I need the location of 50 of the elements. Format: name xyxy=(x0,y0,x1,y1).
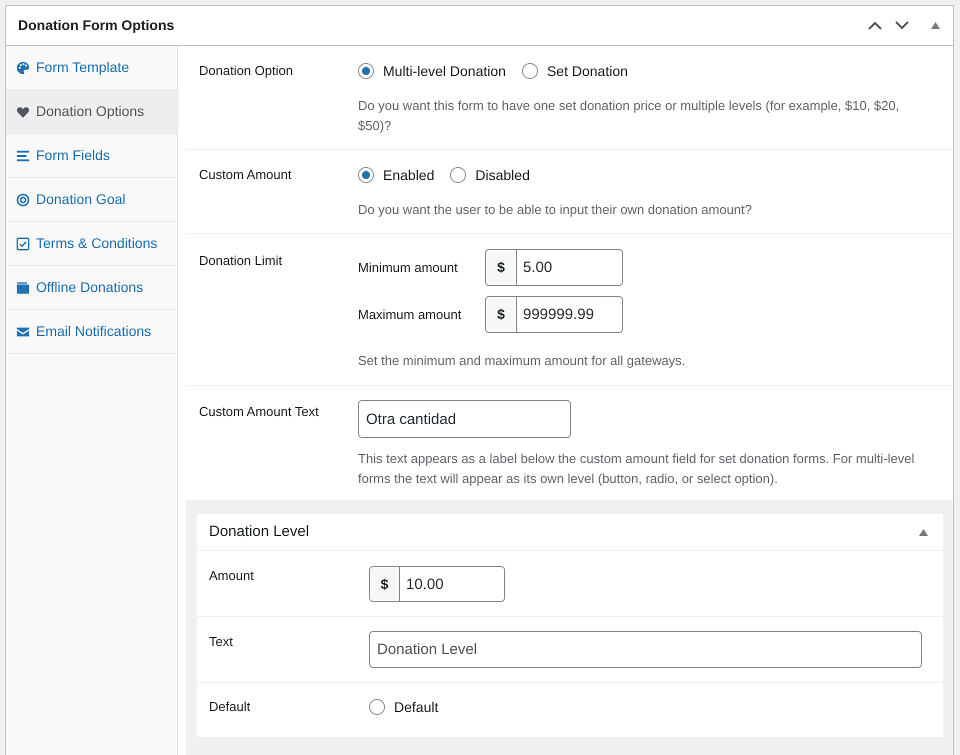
field-label: Donation Option xyxy=(199,62,294,80)
field-label: Text xyxy=(209,633,234,651)
sidebar-item[interactable]: Terms & Conditions xyxy=(6,222,177,266)
field-label: Custom Amount xyxy=(199,166,292,184)
currency-symbol: $ xyxy=(485,249,517,286)
list-icon xyxy=(16,148,30,162)
sidebar-item[interactable]: Form Fields xyxy=(6,134,177,178)
target-icon xyxy=(16,192,30,206)
radio-label[interactable]: Default xyxy=(394,696,438,718)
amount-input[interactable]: 10.00 xyxy=(400,566,505,602)
amount-input[interactable]: 999999.99 xyxy=(517,296,623,333)
field-label: Default xyxy=(209,698,252,716)
radio-button[interactable] xyxy=(522,63,538,79)
input-label: Minimum amount xyxy=(358,258,459,277)
field-description: This text appears as a label below the custom amount field for set donation forms. For multi-level forms the text will appear as its own level (button, radio, or select option). xyxy=(358,450,916,488)
checked-box-icon xyxy=(16,236,30,250)
caret-up-icon[interactable] xyxy=(919,528,928,536)
palette-icon xyxy=(16,60,30,74)
radio-button[interactable] xyxy=(369,699,385,715)
text-input[interactable]: Otra cantidad xyxy=(358,400,571,438)
input-label: Maximum amount xyxy=(358,306,462,324)
radio-button[interactable] xyxy=(450,167,466,183)
amount-input[interactable]: 5.00 xyxy=(517,249,623,286)
panel-title: Donation Form Options xyxy=(18,16,174,35)
caret-up-icon[interactable] xyxy=(931,22,940,29)
field-description: Set the minimum and maximum amount for all gateways. xyxy=(358,352,686,370)
radio-label[interactable]: Set Donation xyxy=(546,60,628,82)
field-label: Amount xyxy=(209,567,255,585)
heart-icon xyxy=(16,104,30,118)
field-description: Do you want the user to be able to input their own donation amount? xyxy=(358,201,753,219)
radio-label[interactable]: Enabled xyxy=(383,164,434,186)
sidebar-item[interactable]: Donation Options xyxy=(6,90,177,134)
field-description: Do you want this form to have one set donation price or multiple levels (for example, $10, $20, $50)? xyxy=(358,97,900,135)
radio-button[interactable] xyxy=(358,63,374,79)
text-input[interactable]: Donation Level xyxy=(369,631,922,668)
wallet-icon xyxy=(16,280,30,294)
chevron-up-icon[interactable] xyxy=(868,21,882,30)
envelope-icon xyxy=(16,324,30,338)
currency-symbol: $ xyxy=(485,296,517,333)
radio-button[interactable] xyxy=(358,167,374,183)
radio-label[interactable]: Multi-level Donation xyxy=(383,60,506,82)
section-title: Donation Level xyxy=(209,522,310,542)
currency-symbol: $ xyxy=(369,566,400,602)
sidebar-item[interactable]: Email Notifications xyxy=(6,310,177,354)
sidebar-item[interactable]: Donation Goal xyxy=(6,178,177,222)
field-label: Custom Amount Text xyxy=(199,403,320,421)
field-label: Donation Limit xyxy=(199,252,284,270)
chevron-down-icon[interactable] xyxy=(895,21,909,30)
sidebar-item[interactable]: Offline Donations xyxy=(6,266,177,310)
radio-label[interactable]: Disabled xyxy=(475,164,530,186)
